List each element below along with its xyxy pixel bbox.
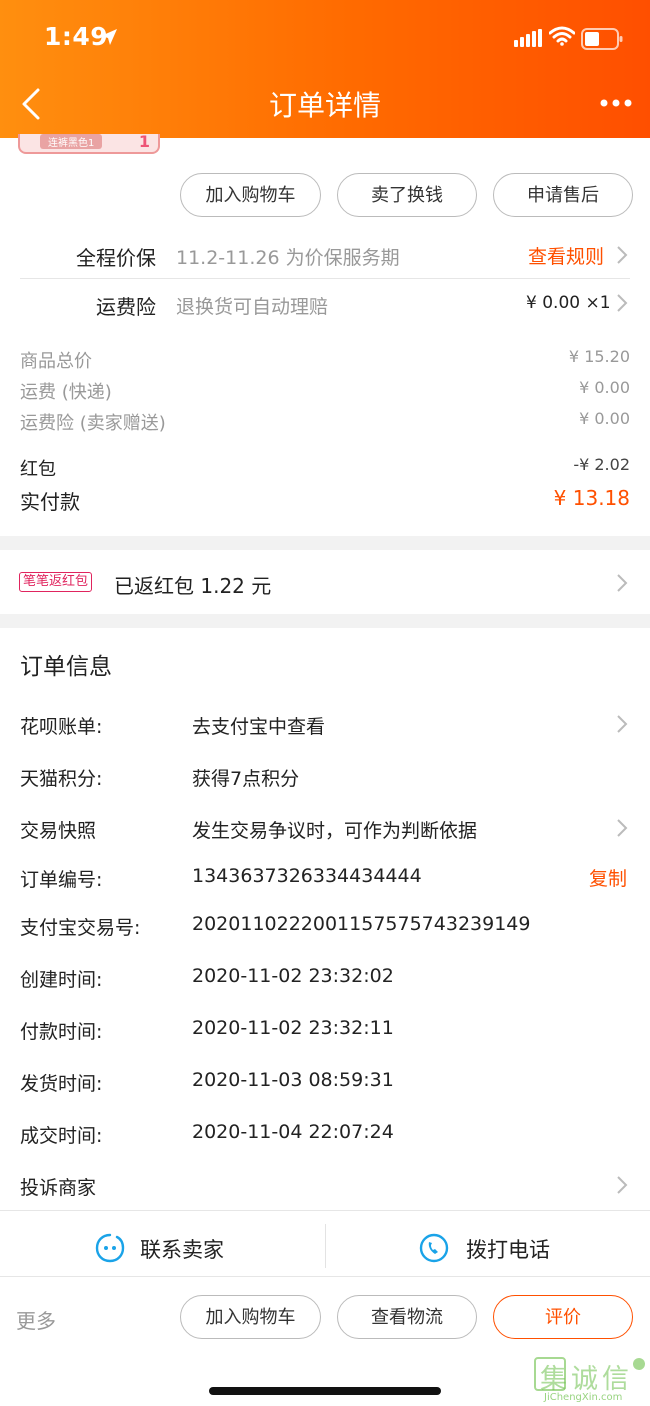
order-number-value: 1343637326334434444 (192, 865, 422, 887)
goods-total-value: ¥ 15.20 (568, 347, 630, 366)
info-value: 2020110222001157575743239149 (192, 913, 531, 935)
info-label: 付款时间: (20, 1021, 103, 1043)
divider (0, 1276, 650, 1277)
section-gap (0, 536, 650, 550)
view-logistics-button[interactable]: 查看物流 (337, 1295, 477, 1339)
info-label: 订单编号: (20, 869, 103, 891)
chevron-right-icon (617, 574, 628, 592)
status-time: 1:49 (44, 22, 109, 51)
rebate-badge: 笔笔返红包 (19, 572, 93, 592)
paid-total-value: ¥ 13.18 (553, 486, 630, 510)
chevron-right-icon (617, 1176, 628, 1194)
location-arrow-icon (101, 29, 117, 45)
review-button[interactable]: 评价 (493, 1295, 633, 1339)
shipping-insurance-desc: 退换货可自动理赔 (176, 296, 329, 318)
info-value: 去支付宝中查看 (192, 716, 326, 738)
red-packet-label: 红包 (20, 459, 56, 480)
info-value: 获得7点积分 (192, 768, 300, 790)
chevron-right-icon (617, 715, 628, 733)
wifi-icon (549, 26, 575, 46)
bottom-bar: 联系卖家 拨打电话 更多 加入购物车 查看物流 评价 集诚信 JiChengXi… (0, 1210, 650, 1406)
info-label: 成交时间: (20, 1125, 103, 1147)
order-info-title: 订单信息 (20, 654, 112, 680)
call-phone-label: 拨打电话 (466, 1238, 550, 1262)
product-count: 1 (138, 132, 150, 151)
info-value: 2020-11-02 23:32:02 (192, 965, 394, 987)
goods-total-label: 商品总价 (20, 351, 92, 372)
page-title: 订单详情 (268, 89, 381, 122)
paid-total-row: 实付款 ¥ 13.18 (20, 486, 630, 515)
more-button[interactable]: 更多 (16, 1305, 56, 1334)
call-phone-button[interactable]: 拨打电话 (326, 1210, 650, 1276)
product-sku-label: 连裤黑色1 (40, 134, 103, 149)
info-label: 天猫积分: (20, 768, 103, 790)
info-value: 2020-11-02 23:32:11 (192, 1017, 394, 1039)
info-label: 交易快照 (20, 820, 97, 842)
view-rules-link[interactable]: 查看规则 (528, 242, 604, 269)
product-thumbnail[interactable]: 连裤黑色1 1 (18, 132, 160, 154)
watermark-url: JiChengXin.com (544, 1392, 623, 1403)
insurance-fee-row: 运费险 (卖家赠送) ¥ 0.00 (20, 409, 630, 435)
cell-signal-icon (514, 29, 542, 47)
shipping-insurance-label: 运费险 (96, 295, 156, 319)
copy-order-number-button[interactable]: 复制 (589, 864, 627, 891)
price-protect-label: 全程价保 (76, 246, 156, 270)
phone-icon (419, 1233, 449, 1263)
more-options-icon[interactable] (596, 92, 636, 114)
shipping-fee-label: 运费 (快递) (20, 382, 112, 403)
after-sales-button[interactable]: 申请售后 (493, 173, 633, 217)
insurance-fee-value: ¥ 0.00 (579, 409, 630, 428)
info-value: 2020-11-03 08:59:31 (192, 1069, 394, 1091)
chevron-right-icon (617, 246, 628, 264)
red-packet-value: -¥ 2.02 (573, 455, 630, 474)
shipping-fee-row: 运费 (快递) ¥ 0.00 (20, 378, 630, 404)
rebate-text: 已返红包 1.22 元 (114, 574, 272, 598)
add-to-cart-button[interactable]: 加入购物车 (180, 1295, 321, 1339)
shipping-insurance-amount: ¥ 0.00 ×1 (526, 293, 611, 313)
home-indicator[interactable] (209, 1387, 441, 1395)
add-to-cart-button[interactable]: 加入购物车 (180, 173, 321, 217)
chat-bubble-icon (95, 1233, 125, 1263)
paid-total-label: 实付款 (20, 490, 80, 514)
header-bar: 1:49 订单详情 (0, 0, 650, 138)
chevron-right-icon (617, 819, 628, 837)
info-label: 支付宝交易号: (20, 917, 141, 939)
contact-seller-button[interactable]: 联系卖家 (0, 1210, 325, 1276)
price-protect-period: 11.2-11.26 为价保服务期 (176, 247, 400, 269)
info-label: 创建时间: (20, 969, 103, 991)
info-label: 发货时间: (20, 1073, 103, 1095)
insurance-fee-label: 运费险 (卖家赠送) (20, 413, 166, 434)
contact-seller-label: 联系卖家 (140, 1238, 224, 1262)
shipping-fee-value: ¥ 0.00 (579, 378, 630, 397)
watermark-logo: 集诚信 JiChengXin.com (532, 1355, 648, 1405)
complaint-label: 投诉商家 (20, 1177, 97, 1199)
info-value: 发生交易争议时，可作为判断依据 (192, 820, 478, 842)
divider (20, 278, 630, 279)
red-packet-row: 红包 -¥ 2.02 (20, 455, 630, 481)
battery-icon (581, 28, 623, 50)
sell-for-cash-button[interactable]: 卖了换钱 (337, 173, 477, 217)
section-gap (0, 614, 650, 628)
watermark-text: 集诚信 (540, 1364, 633, 1395)
info-label: 花呗账单: (20, 716, 103, 738)
chevron-right-icon (617, 294, 628, 312)
info-value: 2020-11-04 22:07:24 (192, 1121, 394, 1143)
goods-total-row: 商品总价 ¥ 15.20 (20, 347, 630, 373)
